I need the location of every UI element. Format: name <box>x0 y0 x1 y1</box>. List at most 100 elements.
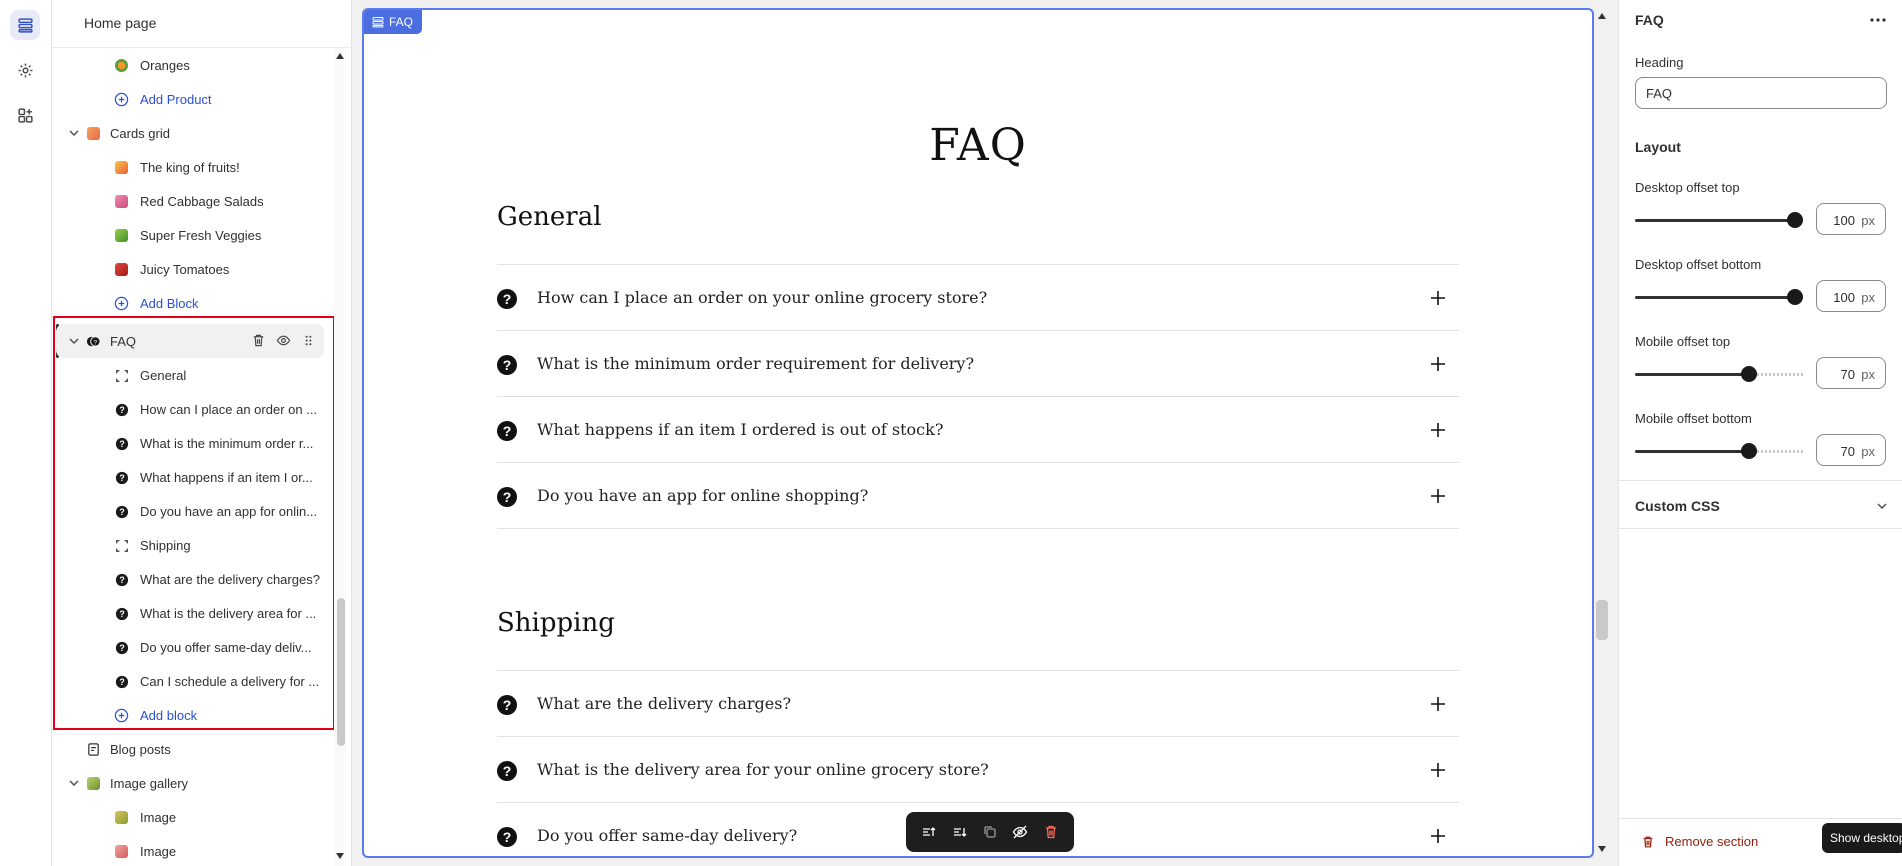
block-item-image[interactable]: Image <box>52 800 334 834</box>
input-unit: px <box>1861 213 1875 228</box>
section-settings-panel: FAQ Heading Layout Desktop offset top 10… <box>1618 0 1902 866</box>
mobile-offset-bottom-slider[interactable] <box>1635 443 1803 459</box>
scroll-up-arrow[interactable] <box>336 53 344 59</box>
mobile-offset-top-input[interactable]: 70 px <box>1816 357 1886 389</box>
trash-icon[interactable] <box>1043 824 1059 840</box>
add-block-button[interactable]: Add Block <box>52 286 334 320</box>
desktop-offset-top-slider[interactable] <box>1635 212 1803 228</box>
plus-icon[interactable] <box>1431 291 1445 305</box>
block-item-question[interactable]: ? Do you offer same-day deliv... <box>52 630 334 664</box>
section-item-image-gallery[interactable]: Image gallery <box>52 766 334 800</box>
faq-question-row[interactable]: ? What are the delivery charges? <box>497 670 1459 736</box>
trash-icon <box>1643 836 1653 847</box>
sidebar-scroll-thumb[interactable] <box>337 598 345 746</box>
preview-scroll-down-arrow[interactable] <box>1598 846 1606 852</box>
section-item-faq[interactable]: ? FAQ <box>56 324 324 358</box>
chevron-down-icon[interactable] <box>1876 500 1888 512</box>
move-up-icon[interactable] <box>921 824 937 840</box>
heading-input[interactable] <box>1635 77 1887 109</box>
faq-question-row[interactable]: ? What happens if an item I ordered is o… <box>497 396 1459 462</box>
block-label: Do you offer same-day deliv... <box>140 640 312 655</box>
more-options-icon[interactable] <box>1868 10 1888 30</box>
drag-handle-icon[interactable] <box>301 333 316 348</box>
block-item-king-fruits[interactable]: The king of fruits! <box>52 150 334 184</box>
block-item-question[interactable]: ? What is the minimum order r... <box>52 426 334 460</box>
slider-knob[interactable] <box>1741 366 1757 382</box>
section-item-cards-grid[interactable]: Cards grid <box>52 116 334 150</box>
desktop-offset-top-input[interactable]: 100 px <box>1816 203 1886 235</box>
block-item-question[interactable]: ? What are the delivery charges? <box>52 562 334 596</box>
block-item-question[interactable]: ? What happens if an item I or... <box>52 460 334 494</box>
faq-question-row[interactable]: ? What is the delivery area for your onl… <box>497 736 1459 802</box>
block-item-general[interactable]: General <box>52 358 334 392</box>
block-item-shipping[interactable]: Shipping <box>52 528 334 562</box>
faq-question-row[interactable]: ? What is the minimum order requirement … <box>497 330 1459 396</box>
scroll-down-arrow[interactable] <box>336 853 344 859</box>
chevron-down-icon[interactable] <box>68 777 80 789</box>
block-item-question[interactable]: ? Can I schedule a delivery for ... <box>52 664 334 698</box>
faq-question-text: Do you offer same-day delivery? <box>537 826 798 845</box>
apps-rail-button[interactable] <box>10 100 40 130</box>
block-item-super-fresh[interactable]: Super Fresh Veggies <box>52 218 334 252</box>
mobile-offset-bottom-input[interactable]: 70 px <box>1816 434 1886 466</box>
section-label: Image gallery <box>110 776 189 791</box>
faq-question-row[interactable]: ? How can I place an order on your onlin… <box>497 264 1459 330</box>
section-tag[interactable]: FAQ <box>364 10 423 34</box>
faq-question-row[interactable]: ? Do you have an app for online shopping… <box>497 462 1459 528</box>
block-label: The king of fruits! <box>140 160 240 175</box>
svg-text:?: ? <box>119 677 124 687</box>
question-circle-icon: ? <box>497 355 517 375</box>
settings-rail-button[interactable] <box>10 55 40 85</box>
slider-knob[interactable] <box>1741 443 1757 459</box>
mobile-offset-top-slider[interactable] <box>1635 366 1803 382</box>
block-item-question[interactable]: ? Do you have an app for onlin... <box>52 494 334 528</box>
plus-icon[interactable] <box>1431 423 1445 437</box>
question-circle-icon: ? <box>114 572 129 587</box>
add-faq-block-button[interactable]: Add block <box>52 698 334 732</box>
block-item-oranges[interactable]: Oranges <box>52 48 334 82</box>
plus-icon[interactable] <box>1431 489 1445 503</box>
input-unit: px <box>1861 444 1875 459</box>
duplicate-icon[interactable] <box>982 824 998 840</box>
faq-section-preview[interactable]: FAQ FAQ General ? How can I place an ord… <box>362 8 1594 858</box>
section-item-blog-posts[interactable]: Blog posts <box>52 732 334 766</box>
layout-heading: Layout <box>1635 139 1681 155</box>
block-item-question[interactable]: ? How can I place an order on ... <box>52 392 334 426</box>
add-block-label: Add Block <box>140 296 199 311</box>
slider-knob[interactable] <box>1787 212 1803 228</box>
desktop-offset-bottom-input[interactable]: 100 px <box>1816 280 1886 312</box>
block-item-red-cabbage[interactable]: Red Cabbage Salads <box>52 184 334 218</box>
preview-scroll-thumb[interactable] <box>1596 600 1608 640</box>
question-circle-icon: ? <box>497 421 517 441</box>
move-down-icon[interactable] <box>952 824 968 840</box>
eye-icon[interactable] <box>276 333 291 348</box>
question-circle-icon: ? <box>497 827 517 847</box>
hide-icon[interactable] <box>1012 824 1028 840</box>
sidebar-header: Home page <box>52 0 352 48</box>
remove-section-button[interactable]: Remove section <box>1641 834 1758 849</box>
blog-posts-icon <box>86 742 101 757</box>
plus-icon[interactable] <box>1431 829 1445 843</box>
add-product-button[interactable]: Add Product <box>52 82 334 116</box>
plus-icon[interactable] <box>1431 697 1445 711</box>
slider-track-empty <box>1749 373 1803 376</box>
section-floating-toolbar <box>906 812 1074 852</box>
section-label: Blog posts <box>110 742 171 757</box>
preview-scroll-up-arrow[interactable] <box>1598 13 1606 19</box>
faq-question-text: What are the delivery charges? <box>537 694 792 713</box>
block-item-image[interactable]: Image <box>52 834 334 866</box>
block-item-juicy-tomatoes[interactable]: Juicy Tomatoes <box>52 252 334 286</box>
chevron-down-icon[interactable] <box>68 127 80 139</box>
desktop-offset-bottom-slider[interactable] <box>1635 289 1803 305</box>
slider-knob[interactable] <box>1787 289 1803 305</box>
custom-css-toggle[interactable]: Custom CSS <box>1635 498 1720 514</box>
theme-editor: Home page Oranges Add Product Cards grid… <box>0 0 1902 866</box>
chevron-down-icon[interactable] <box>68 335 80 347</box>
plus-icon[interactable] <box>1431 763 1445 777</box>
sections-rail-button[interactable] <box>10 10 40 40</box>
block-item-question[interactable]: ? What is the delivery area for ... <box>52 596 334 630</box>
trash-icon[interactable] <box>251 333 266 348</box>
plus-icon[interactable] <box>1431 357 1445 371</box>
section-tag-label: FAQ <box>389 15 414 29</box>
svg-text:?: ? <box>503 291 512 307</box>
